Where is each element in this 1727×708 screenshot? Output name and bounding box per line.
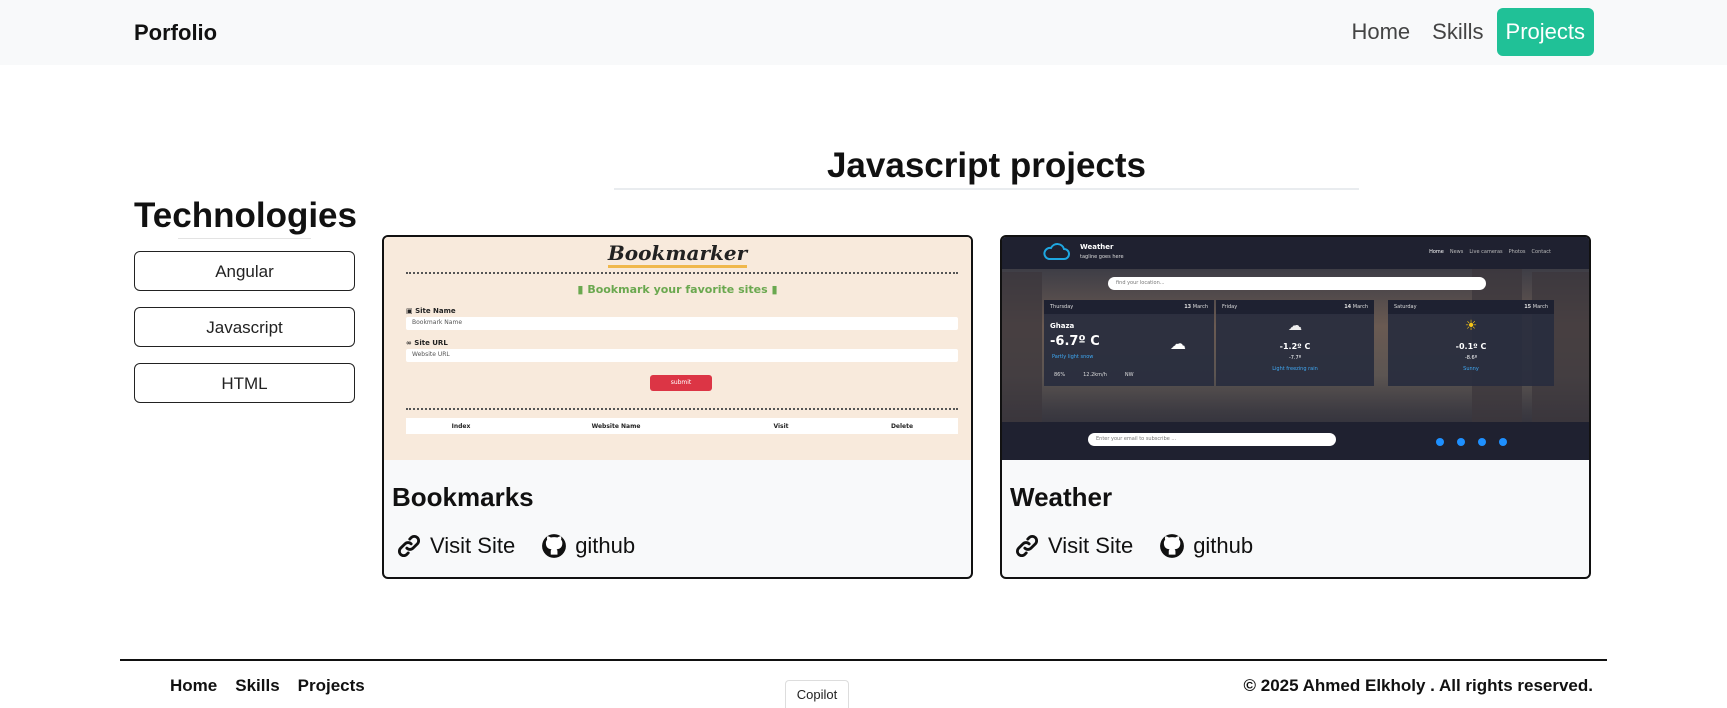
project-title: Weather — [1010, 482, 1113, 512]
visit-site-link[interactable]: Visit Site — [1014, 533, 1133, 559]
github-link[interactable]: github — [541, 533, 635, 559]
project-card-weather: Weather tagline goes here Home News Live… — [1000, 235, 1591, 579]
footer-link-skills[interactable]: Skills — [235, 676, 279, 696]
forecast-direction: NW — [1124, 372, 1134, 378]
forecast-desc: Light freezing rain — [1272, 366, 1318, 372]
technologies-list: Angular Javascript HTML — [134, 251, 355, 419]
table-header-cell: Delete — [890, 422, 914, 430]
google-plus-icon — [1478, 438, 1486, 446]
github-icon — [542, 534, 567, 558]
forecast-temp: -1.2º C — [1279, 342, 1311, 351]
weather-menu-item: Home — [1429, 249, 1444, 255]
site-name-label: ▣ Site Name — [406, 307, 456, 315]
dotted-divider — [406, 272, 958, 274]
forecast-panel-header: Saturday 15 March — [1388, 300, 1554, 314]
footer-link-home[interactable]: Home — [170, 676, 217, 696]
forecast-humidity: 86% — [1054, 372, 1066, 378]
forecast-low: -7.7º — [1288, 355, 1302, 361]
bookmarker-logo: Bookmarker — [384, 241, 971, 268]
footer-divider — [120, 659, 1607, 661]
site-name-input: Bookmark Name — [406, 317, 958, 330]
sun-icon: ☀ — [1464, 318, 1478, 334]
bookmark-table-header: Index Website Name Visit Delete — [406, 418, 958, 434]
tech-filter-javascript[interactable]: Javascript — [134, 307, 355, 347]
forecast-panel-header: Thursday 13 March — [1044, 300, 1214, 314]
nav-link-home[interactable]: Home — [1342, 8, 1419, 56]
copilot-button[interactable]: Copilot — [785, 680, 849, 708]
forecast-desc: Partly light snow — [1052, 354, 1094, 360]
weather-menu-item: Photos — [1508, 249, 1526, 255]
forecast-temp: -6.7º C — [1050, 334, 1100, 349]
tech-filter-angular[interactable]: Angular — [134, 251, 355, 291]
cloud-rain-icon: ☁ — [1288, 318, 1302, 334]
forecast-city: Ghaza — [1050, 322, 1075, 330]
weather-subscribe-footer: Enter your email to subscribe ... — [1002, 422, 1589, 460]
weather-search-input: find your location... — [1108, 277, 1486, 290]
forecast-panel-day-after: Saturday 15 March ☀ -0.1º C -8.6º Sunny — [1388, 300, 1554, 386]
github-icon — [1160, 534, 1185, 558]
city-building — [1002, 272, 1042, 422]
weather-screenshot: Weather tagline goes here Home News Live… — [1002, 237, 1589, 460]
forecast-temp: -0.1º C — [1455, 342, 1487, 351]
copyright-text: © 2025 Ahmed Elkholy . All rights reserv… — [1243, 676, 1593, 695]
brand-logo[interactable]: Porfolio — [134, 20, 217, 46]
nav-link-projects[interactable]: Projects — [1496, 8, 1594, 56]
forecast-panel-tomorrow: Friday 14 March ☁ -1.2º C -7.7º Light fre… — [1216, 300, 1374, 386]
site-url-label: ∞ Site URL — [406, 339, 448, 347]
navbar: Porfolio Home Skills Projects — [0, 0, 1727, 65]
project-card-bookmarks: Bookmarker ▮ Bookmark your favorite site… — [382, 235, 973, 579]
nav-links: Home Skills Projects — [1342, 8, 1594, 56]
weather-menu-item: News — [1449, 249, 1464, 255]
dotted-divider — [406, 408, 958, 410]
table-header-cell: Visit — [773, 422, 789, 430]
submit-button-preview: submit — [650, 375, 712, 391]
weather-tagline: tagline goes here — [1080, 254, 1124, 260]
bookmark-icon: ▮ — [771, 283, 778, 296]
forecast-panel-today: Thursday 13 March Ghaza -6.7º C ☁ Partly … — [1044, 300, 1214, 386]
nav-link-skills[interactable]: Skills — [1423, 8, 1492, 56]
project-links: Visit Site github — [1014, 533, 1253, 559]
technologies-title: Technologies — [134, 196, 357, 235]
bookmarker-screenshot: Bookmarker ▮ Bookmark your favorite site… — [384, 237, 971, 460]
section-title-divider — [614, 188, 1359, 190]
weather-subscribe-input: Enter your email to subscribe ... — [1088, 433, 1336, 446]
bookmarker-tagline: ▮ Bookmark your favorite sites ▮ — [577, 283, 778, 296]
cloud-icon — [1043, 243, 1070, 260]
link-icon — [397, 534, 421, 558]
weather-menu-item: Contact — [1531, 249, 1551, 255]
footer-link-projects[interactable]: Projects — [298, 676, 365, 696]
section-title: Javascript projects — [826, 146, 1147, 185]
weather-header: Weather tagline goes here Home News Live… — [1002, 237, 1589, 269]
forecast-low: -8.6º — [1464, 355, 1478, 361]
site-url-input: Website URL — [406, 349, 958, 362]
project-links: Visit Site github — [396, 533, 635, 559]
github-label: github — [575, 533, 636, 558]
link-icon — [1015, 534, 1039, 558]
visit-site-label: Visit Site — [430, 533, 516, 558]
forecast-wind: 12.2km/h — [1083, 372, 1107, 378]
project-title: Bookmarks — [392, 482, 534, 512]
technologies-divider — [178, 238, 311, 239]
forecast-desc: Sunny — [1463, 366, 1479, 372]
pinterest-icon — [1499, 438, 1507, 446]
forecast-panel-header: Friday 14 March — [1216, 300, 1374, 314]
project-thumbnail-bookmarks: Bookmarker ▮ Bookmark your favorite site… — [384, 237, 971, 460]
bookmark-icon: ▮ — [577, 283, 584, 296]
tech-filter-html[interactable]: HTML — [134, 363, 355, 403]
project-thumbnail-weather: Weather tagline goes here Home News Live… — [1002, 237, 1589, 460]
weather-menu-item: Live cameras — [1469, 249, 1503, 255]
footer-nav: Home Skills Projects — [170, 676, 365, 696]
visit-site-link[interactable]: Visit Site — [396, 533, 515, 559]
forecast-stats: 86% 12.2km/h NW — [1054, 372, 1134, 378]
weather-menu: Home News Live cameras Photos Contact — [1429, 249, 1551, 255]
github-label: github — [1193, 533, 1254, 558]
facebook-icon — [1436, 438, 1444, 446]
twitter-icon — [1457, 438, 1465, 446]
table-header-cell: Website Name — [591, 422, 641, 430]
table-header-cell: Index — [451, 422, 471, 430]
visit-site-label: Visit Site — [1048, 533, 1134, 558]
weather-app-name: Weather — [1080, 243, 1114, 251]
github-link[interactable]: github — [1159, 533, 1253, 559]
cloud-snow-icon: ☁ — [1170, 334, 1186, 353]
